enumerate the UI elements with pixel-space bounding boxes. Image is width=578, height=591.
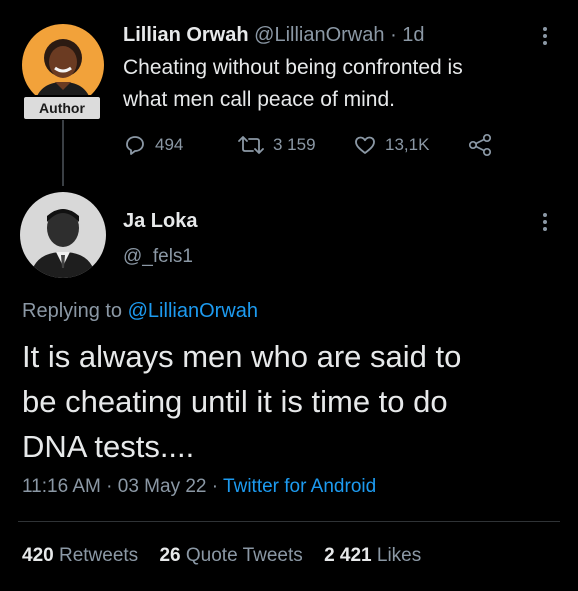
- parent-tweet-text: Cheating without being confronted is wha…: [123, 52, 543, 116]
- likes-label: Likes: [376, 545, 422, 566]
- quote-tweets-label: Quote Tweets: [185, 545, 303, 566]
- share-icon: [468, 133, 492, 157]
- thread-connector-line: [62, 120, 64, 186]
- author-badge: Author: [22, 95, 102, 121]
- reply-display-name[interactable]: Ja Loka: [123, 210, 197, 233]
- quote-tweets-count: 26: [159, 545, 181, 566]
- reply-count: 494: [155, 135, 184, 154]
- header-separator: ·: [390, 24, 397, 46]
- reply-more-icon[interactable]: [543, 213, 547, 234]
- parent-timestamp[interactable]: 1d: [402, 24, 424, 46]
- parent-text-line: Cheating without being confronted is: [123, 56, 463, 79]
- meta-separator: ·: [211, 476, 219, 497]
- meta-separator: ·: [106, 476, 113, 497]
- tweet-meta: 11:16 AM · 03 May 22 · Twitter for Andro…: [22, 476, 376, 498]
- reply-author-avatar[interactable]: [20, 192, 106, 278]
- likes-stat[interactable]: 2 421 Likes: [324, 545, 421, 566]
- share-button[interactable]: [467, 133, 493, 157]
- retweet-button[interactable]: 3 159: [237, 133, 353, 157]
- like-count: 13,1K: [385, 135, 430, 154]
- quote-tweets-stat[interactable]: 26 Quote Tweets: [159, 545, 302, 566]
- retweets-stat[interactable]: 420 Retweets: [22, 545, 138, 566]
- replying-prefix: Replying to: [22, 300, 123, 322]
- reply-text-line: DNA tests....: [22, 429, 195, 464]
- parent-handle[interactable]: @LillianOrwah: [254, 24, 384, 46]
- parent-tweet-header: Lillian Orwah @LillianOrwah · 1d: [123, 22, 425, 48]
- retweet-count: 3 159: [273, 135, 316, 154]
- replying-to-link[interactable]: @LillianOrwah: [128, 300, 258, 322]
- reply-text-line: be cheating until it is time to do: [22, 384, 448, 419]
- tweet-source-link[interactable]: Twitter for Android: [223, 476, 376, 497]
- tweet-stats: 420 Retweets 26 Quote Tweets 2 421 Likes: [22, 545, 437, 567]
- retweets-count: 420: [22, 545, 54, 566]
- parent-display-name[interactable]: Lillian Orwah: [123, 24, 249, 46]
- parent-more-icon[interactable]: [543, 27, 547, 48]
- heart-icon: [355, 136, 375, 154]
- reply-tweet-text: It is always men who are said to be chea…: [22, 334, 562, 469]
- reply-handle[interactable]: @_fels1: [123, 246, 193, 268]
- reply-button[interactable]: 494: [123, 133, 237, 157]
- retweets-label: Retweets: [58, 545, 139, 566]
- parent-action-bar: 494 3 159 13,1K: [123, 130, 493, 160]
- reply-text-line: It is always men who are said to: [22, 339, 462, 374]
- tweet-date[interactable]: 03 May 22: [118, 476, 207, 497]
- like-button[interactable]: 13,1K: [353, 133, 467, 157]
- parent-author-avatar[interactable]: [22, 24, 104, 106]
- replying-to-line: Replying to @LillianOrwah: [22, 300, 258, 323]
- parent-text-line: what men call peace of mind.: [123, 88, 395, 111]
- tweet-time[interactable]: 11:16 AM: [22, 476, 101, 497]
- likes-count: 2 421: [324, 545, 372, 566]
- stats-divider: [18, 521, 560, 522]
- reply-icon: [126, 136, 144, 155]
- retweet-icon: [238, 136, 264, 154]
